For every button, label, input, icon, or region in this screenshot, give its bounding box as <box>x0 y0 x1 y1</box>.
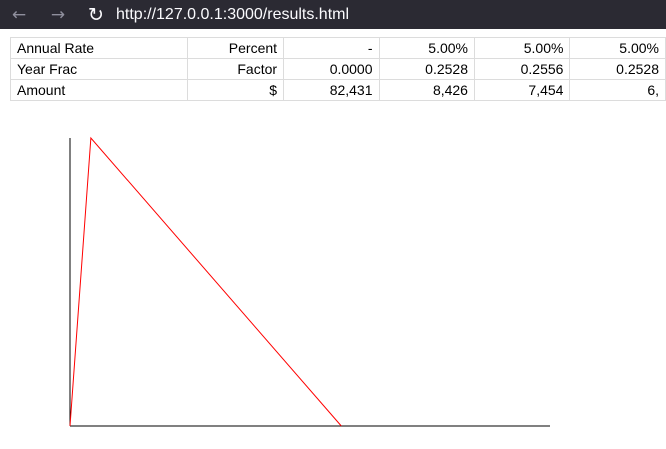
line-chart <box>69 136 550 427</box>
browser-toolbar: ← → ↻ http://127.0.0.1:3000/results.html <box>0 0 666 29</box>
address-bar[interactable]: http://127.0.0.1:3000/results.html <box>116 0 349 29</box>
reload-icon[interactable]: ↻ <box>82 0 110 29</box>
series-line <box>69 136 342 427</box>
arrow-right-icon[interactable]: → <box>44 0 72 29</box>
page-content: Annual Rate Percent - 5.00% 5.00% 5.00% … <box>0 29 666 449</box>
arrow-left-icon[interactable]: ← <box>5 0 33 29</box>
